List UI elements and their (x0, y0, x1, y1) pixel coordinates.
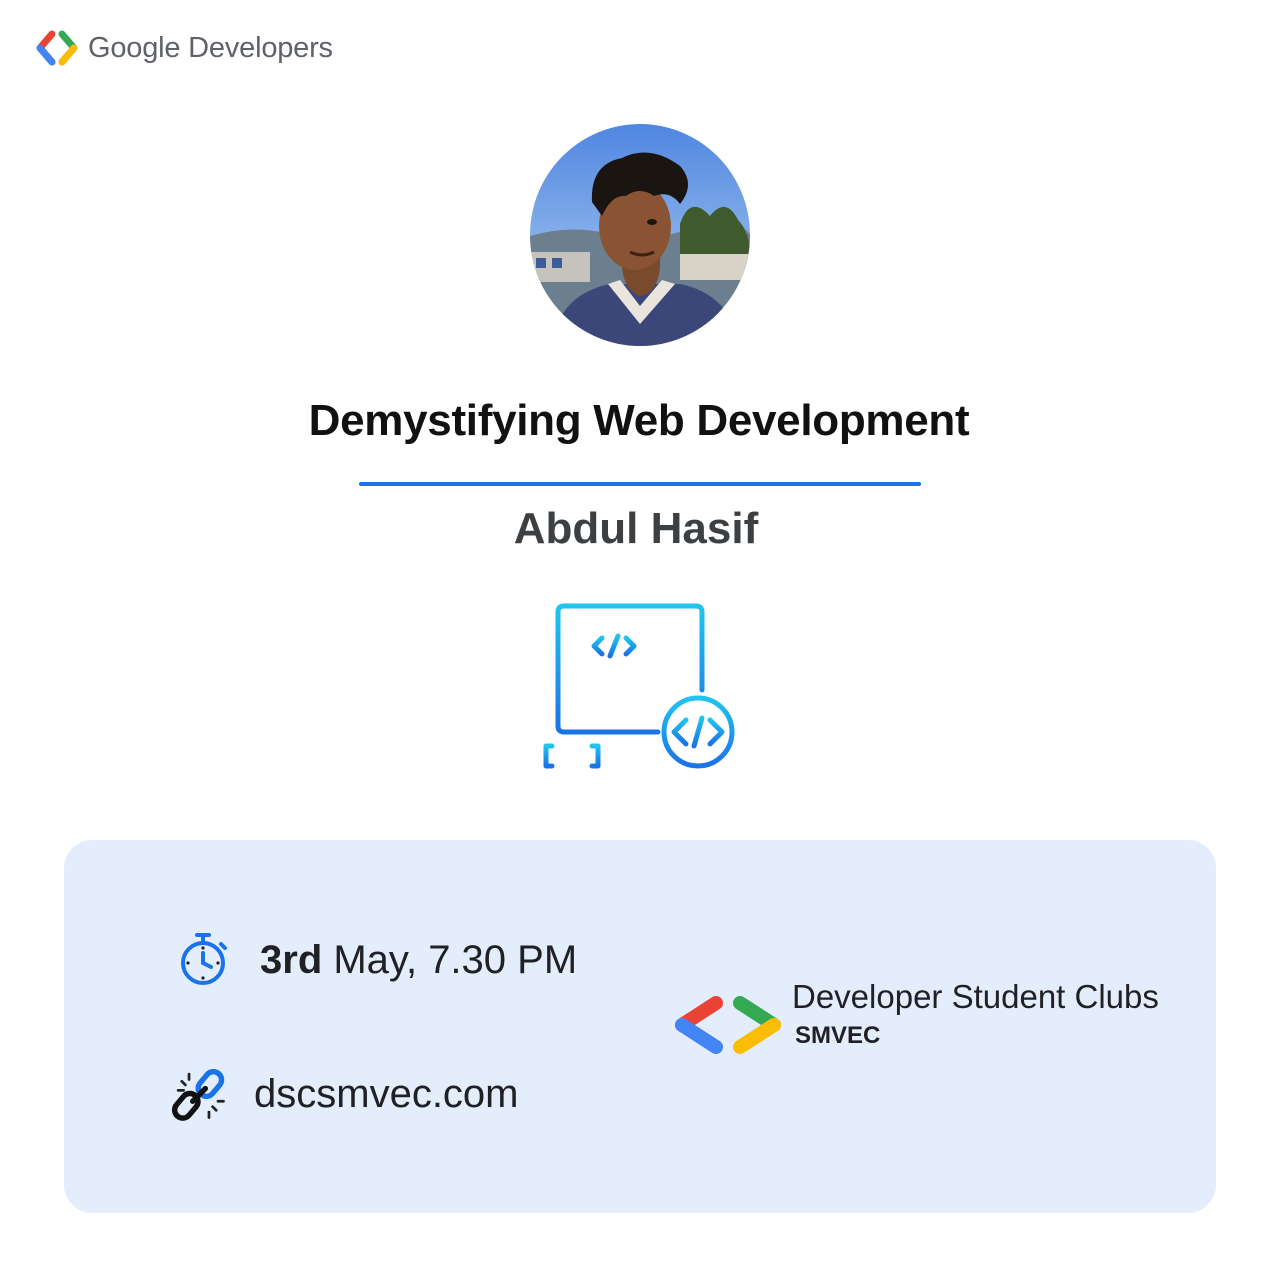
brand-text: Google Developers (88, 31, 333, 64)
club-name: Developer Student Clubs (792, 978, 1159, 1015)
event-date-time: 3rd May, 7.30 PM (260, 938, 577, 983)
event-datetime: 3rd May, 7.30 PM (176, 930, 577, 990)
chain-link-icon (172, 1068, 225, 1121)
web-development-code-icon (543, 603, 735, 769)
event-website[interactable]: dscsmvec.com (172, 1062, 519, 1126)
google-developers-logo: Google Developers (34, 28, 333, 68)
event-day: 3rd (260, 937, 323, 982)
stopwatch-icon (181, 933, 227, 985)
google-developers-logo-icon (36, 30, 78, 66)
dsc-logo-icon (675, 996, 781, 1054)
website-link[interactable]: dscsmvec.com (254, 1072, 519, 1117)
event-details-card (64, 840, 1216, 1213)
speaker-avatar (530, 124, 750, 346)
speaker-name: Abdul Hasif (513, 504, 759, 553)
event-month-time: May, 7.30 PM (322, 937, 578, 982)
event-title: Demystifying Web Development (308, 396, 970, 445)
title-divider (359, 482, 921, 486)
club-chapter: SMVEC (795, 1022, 881, 1049)
